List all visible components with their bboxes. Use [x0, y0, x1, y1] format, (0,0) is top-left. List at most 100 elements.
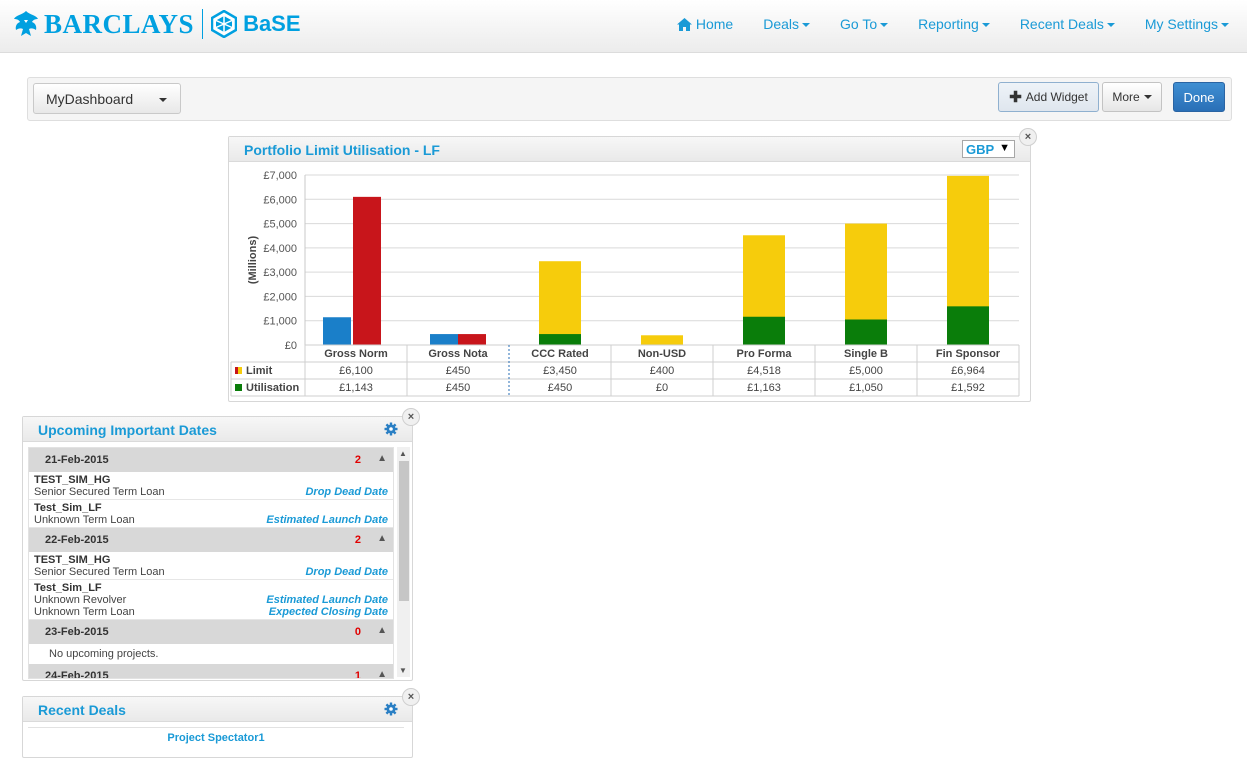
- nav-goto-label: Go To: [840, 16, 878, 32]
- facility-line: Unknown Revolver Estimated Launch Date: [34, 594, 388, 606]
- deal-name[interactable]: Test_Sim_LF: [34, 502, 388, 514]
- currency-value: GBP: [966, 142, 995, 157]
- date-group-header[interactable]: 21-Feb-2015 2 ▲: [29, 448, 393, 472]
- nav-home[interactable]: Home: [676, 16, 733, 32]
- add-widget-button[interactable]: ✚ Add Widget: [998, 82, 1099, 112]
- legend-swatch-limit: [238, 367, 242, 374]
- close-icon: ×: [1024, 131, 1032, 143]
- deal-entry[interactable]: Test_Sim_LF Unknown Term Loan Estimated La…: [29, 500, 393, 528]
- nav-my-settings-label: My Settings: [1144, 16, 1218, 32]
- x-tick-label: Gross Nota: [428, 348, 488, 360]
- event-label: Estimated Launch Date: [266, 594, 388, 606]
- event-label: Drop Dead Date: [305, 566, 388, 578]
- collapse-icon[interactable]: ▲: [377, 625, 387, 636]
- data-label-utilisation: £0: [656, 382, 668, 394]
- collapse-icon[interactable]: ▲: [377, 533, 387, 544]
- upcoming-close-button[interactable]: ×: [402, 408, 420, 426]
- data-label-limit: £400: [650, 365, 674, 377]
- chevron-down-icon: [802, 23, 810, 27]
- recent-close-button[interactable]: ×: [402, 688, 420, 706]
- chevron-down-icon: [1143, 95, 1152, 99]
- data-label-utilisation: £450: [548, 382, 572, 394]
- nav-reporting[interactable]: Reporting: [918, 16, 990, 32]
- date-label: 21-Feb-2015: [45, 454, 109, 466]
- legend-label-limit: Limit: [246, 365, 273, 377]
- date-group-header[interactable]: 22-Feb-2015 2 ▲: [29, 528, 393, 552]
- date-label: 23-Feb-2015: [45, 626, 109, 638]
- bar-utilisation: [743, 316, 785, 345]
- nav-goto[interactable]: Go To: [840, 16, 889, 32]
- legend-swatch-utilisation: [235, 384, 242, 391]
- date-count: 1: [354, 670, 361, 679]
- gear-icon[interactable]: [384, 422, 398, 436]
- data-label-utilisation: £1,163: [747, 382, 781, 394]
- nav-my-settings[interactable]: My Settings: [1145, 16, 1229, 32]
- brand-logo[interactable]: BARCLAYS BaSE: [12, 6, 301, 42]
- scroll-thumb[interactable]: [399, 461, 409, 601]
- data-label-limit: £6,100: [339, 365, 373, 377]
- date-count: 0: [354, 626, 361, 638]
- facility-type: Unknown Term Loan: [34, 514, 135, 526]
- deal-name[interactable]: TEST_SIM_HG: [34, 474, 388, 486]
- bar-utilisation: [947, 306, 989, 345]
- collapse-icon[interactable]: ▲: [377, 669, 387, 678]
- more-button[interactable]: More: [1102, 82, 1162, 112]
- y-tick-label: £5,000: [263, 219, 297, 231]
- x-tick-label: Single B: [844, 348, 888, 360]
- bar-utilisation: [845, 319, 887, 345]
- facility-type: Unknown Term Loan: [34, 606, 135, 618]
- date-label: 22-Feb-2015: [45, 534, 109, 546]
- x-tick-label: Gross Norm: [324, 348, 388, 360]
- nav-reporting-label: Reporting: [918, 16, 979, 32]
- portfolio-close-button[interactable]: ×: [1019, 128, 1037, 146]
- base-hex-logo-icon: [211, 10, 238, 38]
- more-label: More: [1112, 90, 1140, 104]
- facility-type: Senior Secured Term Loan: [34, 566, 165, 578]
- bar-limit: [539, 261, 581, 345]
- close-icon: ×: [407, 691, 415, 703]
- deal-entry[interactable]: Test_Sim_LF Unknown Revolver Estimated Lau…: [29, 580, 393, 620]
- deal-entry[interactable]: TEST_SIM_HG Senior Secured Term Loan Drop …: [29, 552, 393, 580]
- upcoming-widget-header[interactable]: Upcoming Important Dates: [23, 417, 412, 442]
- upcoming-scrollbar[interactable]: ▲ ▼: [397, 447, 410, 677]
- recent-deal-item[interactable]: Project Spectator1: [28, 727, 404, 748]
- dashboard-select[interactable]: MyDashboard: [33, 83, 181, 114]
- deal-name[interactable]: TEST_SIM_HG: [34, 554, 388, 566]
- date-group-header[interactable]: 24-Feb-2015 1 ▲: [29, 664, 393, 679]
- chevron-down-icon: [1221, 23, 1229, 27]
- facility-line: Senior Secured Term Loan Drop Dead Date: [34, 486, 388, 498]
- bar-utilisation: [323, 317, 351, 345]
- main-nav: Home Deals Go To Reporting Recent Deals …: [659, 16, 1241, 32]
- done-button[interactable]: Done: [1173, 82, 1225, 112]
- portfolio-widget-title: Portfolio Limit Utilisation - LF: [244, 142, 440, 158]
- add-widget-label: Add Widget: [1025, 90, 1088, 104]
- nav-deals[interactable]: Deals: [763, 16, 810, 32]
- facility-type: Unknown Revolver: [34, 594, 127, 606]
- y-tick-label: £1,000: [263, 316, 297, 328]
- scroll-down-icon[interactable]: ▼: [399, 666, 407, 675]
- empty-message: No upcoming projects.: [49, 648, 159, 660]
- data-label-utilisation: £1,143: [339, 382, 373, 394]
- portfolio-chart: £0 £1,000 £2,000 £3,000 £4,000 £5,000 £6,000 £7…: [230, 170, 1020, 397]
- data-label-utilisation: £1,592: [951, 382, 985, 394]
- deal-entry[interactable]: TEST_SIM_HG Senior Secured Term Loan Drop …: [29, 472, 393, 500]
- bar-limit: [641, 335, 683, 345]
- brand-divider: [202, 9, 204, 39]
- scroll-up-icon[interactable]: ▲: [399, 449, 407, 458]
- gear-icon[interactable]: [384, 702, 398, 716]
- y-tick-label: £3,000: [263, 267, 297, 279]
- deal-name[interactable]: Test_Sim_LF: [34, 582, 388, 594]
- date-count: 2: [354, 454, 361, 466]
- chevron-down-icon: [1106, 23, 1115, 27]
- recent-widget-header[interactable]: Recent Deals: [23, 697, 412, 722]
- nav-recent-deals[interactable]: Recent Deals: [1020, 16, 1115, 32]
- x-tick-label: Non-USD: [638, 348, 686, 360]
- event-label: Drop Dead Date: [305, 486, 388, 498]
- date-group-header[interactable]: 23-Feb-2015 0 ▲: [29, 620, 393, 644]
- upcoming-widget-title: Upcoming Important Dates: [38, 422, 217, 438]
- collapse-icon[interactable]: ▲: [377, 453, 387, 464]
- x-tick-label: Fin Sponsor: [936, 348, 1001, 360]
- portfolio-widget-header[interactable]: Portfolio Limit Utilisation - LF GBP ▼: [229, 137, 1030, 162]
- currency-select[interactable]: GBP ▼: [962, 140, 1015, 158]
- recent-deal-link[interactable]: Project Spectator1: [167, 732, 264, 744]
